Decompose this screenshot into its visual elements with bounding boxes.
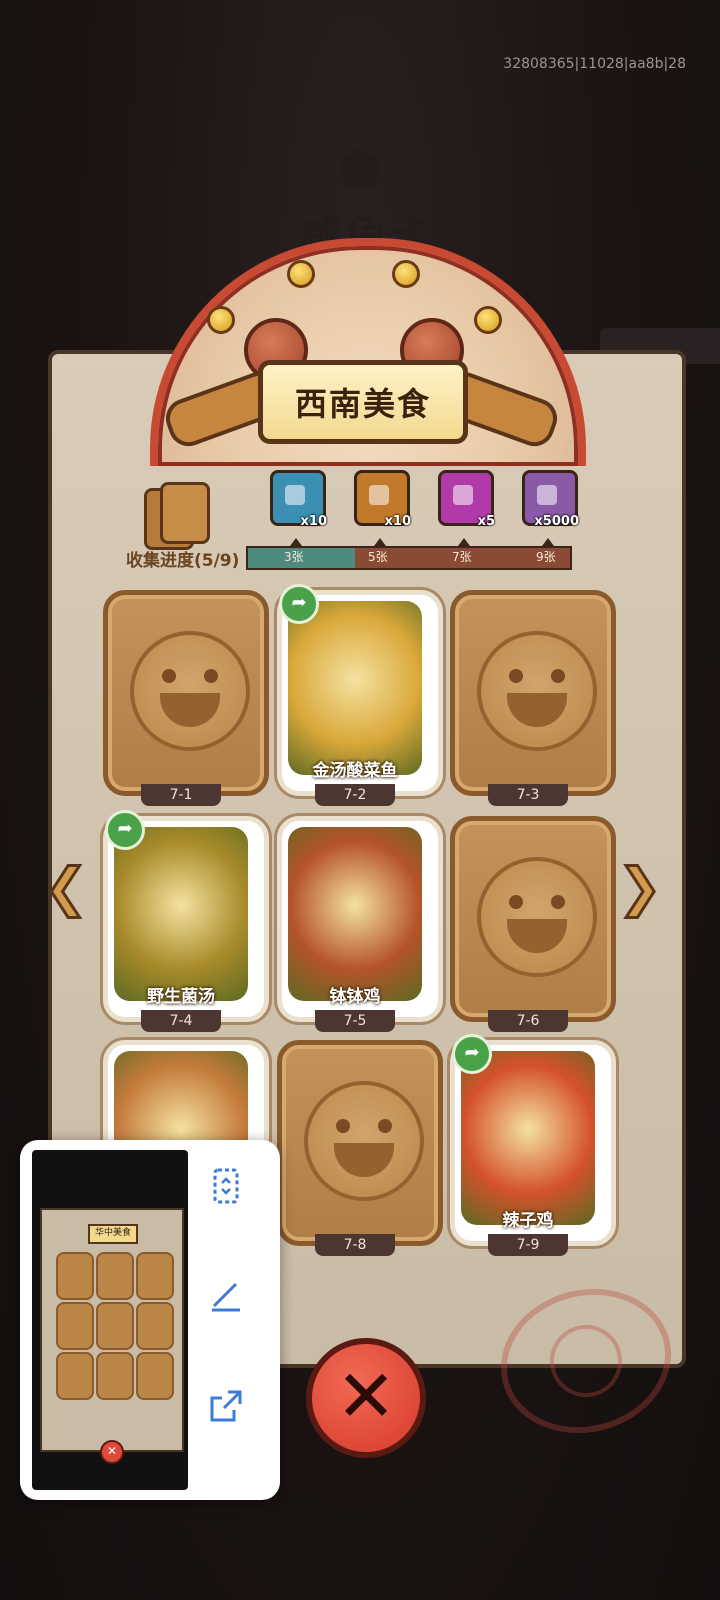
prev-page-arrow[interactable]: ❮ xyxy=(43,857,90,920)
reward-quantity: x5000 xyxy=(534,514,579,529)
thumbnail-card xyxy=(96,1302,134,1350)
share-arrow-icon: ➦ xyxy=(291,592,307,613)
milestone-marker xyxy=(290,538,302,546)
card-number-tag: 7-8 xyxy=(315,1234,395,1256)
locked-card-face-icon xyxy=(477,857,597,977)
share-export-button[interactable] xyxy=(206,1386,246,1426)
thumbnail-close-icon: ✕ xyxy=(100,1440,124,1464)
collection-progress-label: 收集进度(5/9) xyxy=(126,551,240,571)
reward-item[interactable]: x5000 xyxy=(522,470,579,529)
milestone-label: 7张 xyxy=(452,550,472,564)
background-logo-icon xyxy=(340,150,380,190)
dish-name: 钵钵鸡 xyxy=(329,987,381,1007)
reward-item[interactable]: x10 xyxy=(354,470,411,529)
scroll-capture-button[interactable] xyxy=(206,1166,246,1206)
close-x-icon: ✕ xyxy=(335,1354,397,1438)
share-arrow-icon: ➦ xyxy=(117,818,133,839)
reward-item[interactable]: x10 xyxy=(270,470,327,529)
food-image xyxy=(288,601,422,775)
card-stack-icon xyxy=(140,482,210,550)
chevron-right-icon: ❯ xyxy=(617,857,664,920)
milestone-label: 5张 xyxy=(368,550,388,564)
food-card-7-3[interactable] xyxy=(450,590,616,796)
edit-button[interactable] xyxy=(206,1276,246,1316)
food-image xyxy=(288,827,422,1001)
milestone-label: 9张 xyxy=(536,550,556,564)
share-export-icon xyxy=(210,1390,242,1422)
card-number-tag: 7-9 xyxy=(488,1234,568,1256)
food-card-7-1[interactable] xyxy=(103,590,269,796)
share-arrow-icon: ➦ xyxy=(464,1042,480,1063)
edit-pencil-icon xyxy=(212,1282,240,1312)
eye xyxy=(336,1119,350,1133)
food-card-7-6[interactable] xyxy=(450,816,616,1022)
mouth xyxy=(334,1143,394,1177)
scroll-check-icon xyxy=(369,485,389,505)
share-button[interactable]: ➦ xyxy=(105,810,145,850)
eye xyxy=(551,669,565,683)
locked-card-face-icon xyxy=(304,1081,424,1201)
milestone-marker xyxy=(542,538,554,546)
food-card-7-5[interactable]: 钵钵鸡 xyxy=(277,816,443,1022)
thumbnail-card xyxy=(136,1352,174,1400)
mouth xyxy=(507,919,567,953)
eye xyxy=(551,895,565,909)
card-number-tag: 7-3 xyxy=(488,784,568,806)
thumbnail-card xyxy=(136,1252,174,1300)
locked-card-face-icon xyxy=(130,631,250,751)
eye xyxy=(378,1119,392,1133)
banner-title: 西南美食 xyxy=(258,360,468,444)
card-number-tag: 7-2 xyxy=(315,784,395,806)
eye xyxy=(204,669,218,683)
thumbnail-card xyxy=(96,1252,134,1300)
card-number-tag: 7-4 xyxy=(141,1010,221,1032)
rivet-icon xyxy=(207,306,235,334)
card-number-tag: 7-6 xyxy=(488,1010,568,1032)
thumbnail-card xyxy=(56,1352,94,1400)
locked-card-face-icon xyxy=(477,631,597,751)
rivet-icon xyxy=(474,306,502,334)
thumbnail-card xyxy=(136,1302,174,1350)
card-number-tag: 7-5 xyxy=(315,1010,395,1032)
debug-id-text: 32808365|11028|aa8b|28 xyxy=(503,56,686,72)
dish-name: 野生菌汤 xyxy=(147,987,215,1007)
milestone-marker xyxy=(458,538,470,546)
thumbnail-card xyxy=(56,1252,94,1300)
next-page-arrow[interactable]: ❯ xyxy=(617,857,664,920)
share-button[interactable]: ➦ xyxy=(279,584,319,624)
milestone-marker xyxy=(374,538,386,546)
share-button[interactable]: ➦ xyxy=(452,1034,492,1074)
milestone-label: 3张 xyxy=(284,550,304,564)
dish-name: 辣子鸡 xyxy=(502,1211,554,1231)
eye xyxy=(162,669,176,683)
food-card-7-8[interactable] xyxy=(277,1040,443,1246)
thumbnail-card xyxy=(96,1352,134,1400)
rivet-icon xyxy=(287,260,315,288)
eye xyxy=(509,895,523,909)
dish-name: 金汤酸菜鱼 xyxy=(312,761,398,781)
food-image xyxy=(114,827,248,1001)
reward-item[interactable]: x5 xyxy=(438,470,495,529)
treasure-chest-check-icon xyxy=(285,485,305,505)
chevron-left-icon: ❮ xyxy=(43,857,90,920)
reward-quantity: x5 xyxy=(477,514,495,529)
mouth xyxy=(160,693,220,727)
thumbnail-card xyxy=(56,1302,94,1350)
purple-orb-icon xyxy=(453,485,473,505)
mouth xyxy=(507,693,567,727)
eye xyxy=(509,669,523,683)
rivet-icon xyxy=(392,260,420,288)
card-number-tag: 7-1 xyxy=(141,784,221,806)
scroll-capture-icon xyxy=(213,1168,239,1204)
food-image xyxy=(461,1051,595,1225)
reward-quantity: x10 xyxy=(300,514,327,529)
reward-quantity: x10 xyxy=(384,514,411,529)
close-button[interactable]: ✕ xyxy=(306,1338,426,1458)
crystal-gem-icon xyxy=(537,485,557,505)
thumbnail-banner-title: 华中美食 xyxy=(88,1224,138,1244)
